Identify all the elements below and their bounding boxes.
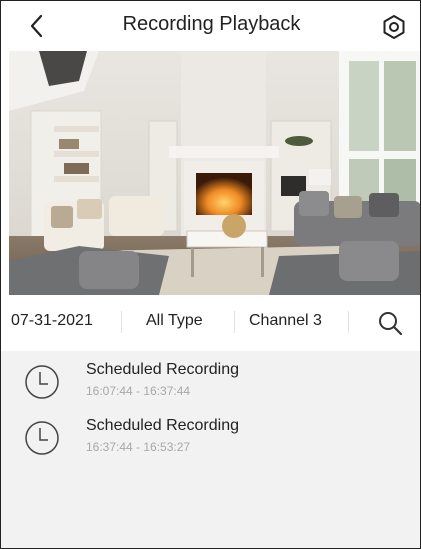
list-item[interactable]: Scheduled Recording 16:37:44 - 16:53:27 <box>1 409 420 467</box>
video-preview[interactable] <box>9 51 420 295</box>
search-button[interactable] <box>376 309 404 337</box>
search-icon <box>379 312 403 336</box>
channel-filter[interactable]: Channel 3 <box>249 312 322 330</box>
clock-icon <box>25 421 59 455</box>
recording-title: Scheduled Recording <box>86 417 239 434</box>
divider <box>348 311 349 333</box>
living-room-image <box>9 51 420 295</box>
clock-icon <box>25 365 59 399</box>
filter-bar: 07-31-2021 All Type Channel 3 <box>1 296 420 351</box>
recording-time: 16:37:44 - 16:53:27 <box>86 440 191 454</box>
page-title: Recording Playback <box>122 13 301 35</box>
type-filter[interactable]: All Type <box>146 312 203 330</box>
app-frame: Recording Playback 07-31-2021 All Type C… <box>0 0 421 549</box>
divider <box>121 311 122 333</box>
settings-gear-icon <box>383 15 405 39</box>
list-item[interactable]: Scheduled Recording 16:07:44 - 16:37:44 <box>1 353 420 411</box>
divider <box>234 311 235 333</box>
recording-time: 16:07:44 - 16:37:44 <box>86 384 191 398</box>
recording-list: Scheduled Recording 16:07:44 - 16:37:44 … <box>1 351 420 548</box>
settings-button[interactable] <box>380 13 408 41</box>
date-filter[interactable]: 07-31-2021 <box>11 312 93 330</box>
top-bar: Recording Playback <box>1 1 420 51</box>
recording-title: Scheduled Recording <box>86 361 239 378</box>
